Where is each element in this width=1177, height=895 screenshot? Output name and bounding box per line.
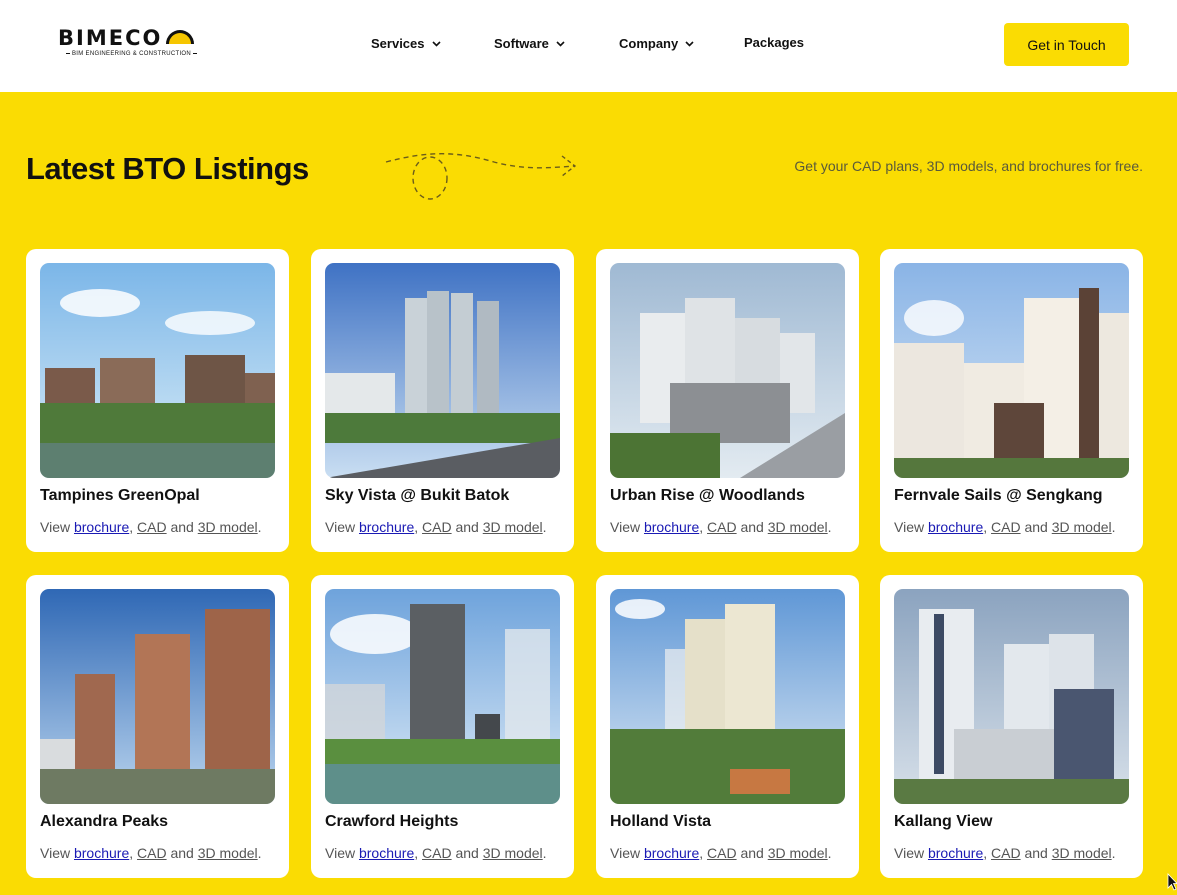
listing-photo[interactable] <box>40 263 275 478</box>
nav-item-label: Packages <box>744 35 804 50</box>
dashed-arrow-doodle-icon <box>385 153 577 200</box>
nav-item-label: Services <box>371 36 425 51</box>
listing-links: View brochure, CAD and 3D model. <box>40 845 262 861</box>
section-subtitle: Get your CAD plans, 3D models, and broch… <box>794 158 1143 174</box>
listing-links: View brochure, CAD and 3D model. <box>894 845 1116 861</box>
listing-title: Sky Vista @ Bukit Batok <box>325 487 510 504</box>
3d-model-link[interactable]: 3D model <box>768 519 828 535</box>
brochure-link[interactable]: brochure <box>359 519 414 535</box>
nav-item-services[interactable]: Services <box>371 36 442 51</box>
get-in-touch-button[interactable]: Get in Touch <box>1004 23 1129 66</box>
cad-link[interactable]: CAD <box>137 519 167 535</box>
brochure-link[interactable]: brochure <box>644 519 699 535</box>
nav-item-packages[interactable]: Packages <box>744 35 804 50</box>
brochure-link[interactable]: brochure <box>359 845 414 861</box>
cad-link[interactable]: CAD <box>422 519 452 535</box>
bimeco-logo[interactable]: BIMECO BIM ENGINEERING & CONSTRUCTION <box>58 26 198 62</box>
chevron-down-icon <box>431 38 442 49</box>
listing-title: Kallang View <box>894 813 993 830</box>
listing-photo[interactable] <box>40 589 275 804</box>
listing-card[interactable]: Crawford Heights View brochure, CAD and … <box>311 575 574 878</box>
listing-card[interactable]: Alexandra Peaks View brochure, CAD and 3… <box>26 575 289 878</box>
listing-title: Alexandra Peaks <box>40 813 169 830</box>
logo-arc-icon <box>166 30 194 44</box>
cad-link[interactable]: CAD <box>422 845 452 861</box>
site-header: BIMECO BIM ENGINEERING & CONSTRUCTION Se… <box>0 0 1177 92</box>
mouse-cursor-icon <box>1167 873 1177 891</box>
listing-title: Fernvale Sails @ Sengkang <box>894 487 1103 504</box>
3d-model-link[interactable]: 3D model <box>1052 845 1112 861</box>
listing-photo[interactable] <box>610 263 845 478</box>
nav-item-label: Software <box>494 36 549 51</box>
brochure-link[interactable]: brochure <box>644 845 699 861</box>
listing-card[interactable]: Holland Vista View brochure, CAD and 3D … <box>596 575 859 878</box>
logo-tagline: BIM ENGINEERING & CONSTRUCTION <box>64 51 199 57</box>
listing-photo[interactable] <box>894 589 1129 804</box>
3d-model-link[interactable]: 3D model <box>1052 519 1112 535</box>
cad-link[interactable]: CAD <box>707 845 737 861</box>
listing-photo[interactable] <box>325 589 560 804</box>
listing-card[interactable]: Tampines GreenOpal View brochure, CAD an… <box>26 249 289 552</box>
listing-title: Crawford Heights <box>325 813 459 830</box>
cad-link[interactable]: CAD <box>137 845 167 861</box>
3d-model-link[interactable]: 3D model <box>198 845 258 861</box>
cad-link[interactable]: CAD <box>707 519 737 535</box>
3d-model-link[interactable]: 3D model <box>483 845 543 861</box>
nav-item-company[interactable]: Company <box>619 36 695 51</box>
listing-photo[interactable] <box>325 263 560 478</box>
section-title: Latest BTO Listings <box>26 151 309 186</box>
cad-link[interactable]: CAD <box>991 519 1021 535</box>
listing-links: View brochure, CAD and 3D model. <box>325 845 547 861</box>
listing-title: Holland Vista <box>610 813 712 830</box>
listing-links: View brochure, CAD and 3D model. <box>40 519 262 535</box>
listing-card[interactable]: Fernvale Sails @ Sengkang View brochure,… <box>880 249 1143 552</box>
nav-item-software[interactable]: Software <box>494 36 566 51</box>
listing-card[interactable]: Sky Vista @ Bukit Batok View brochure, C… <box>311 249 574 552</box>
brochure-link[interactable]: brochure <box>928 845 983 861</box>
3d-model-link[interactable]: 3D model <box>198 519 258 535</box>
listing-card[interactable]: Kallang View View brochure, CAD and 3D m… <box>880 575 1143 878</box>
listing-photo[interactable] <box>610 589 845 804</box>
brochure-link[interactable]: brochure <box>74 845 129 861</box>
nav-item-label: Company <box>619 36 679 51</box>
3d-model-link[interactable]: 3D model <box>768 845 828 861</box>
listing-title: Tampines GreenOpal <box>40 487 200 504</box>
chevron-down-icon <box>684 38 695 49</box>
cad-link[interactable]: CAD <box>991 845 1021 861</box>
chevron-down-icon <box>555 38 566 49</box>
logo-wordmark: BIMECO <box>58 26 163 50</box>
listing-card[interactable]: Urban Rise @ Woodlands View brochure, CA… <box>596 249 859 552</box>
listing-photo[interactable] <box>894 263 1129 478</box>
listing-links: View brochure, CAD and 3D model. <box>325 519 547 535</box>
listing-links: View brochure, CAD and 3D model. <box>610 845 832 861</box>
brochure-link[interactable]: brochure <box>928 519 983 535</box>
listing-links: View brochure, CAD and 3D model. <box>894 519 1116 535</box>
listing-links: View brochure, CAD and 3D model. <box>610 519 832 535</box>
brochure-link[interactable]: brochure <box>74 519 129 535</box>
3d-model-link[interactable]: 3D model <box>483 519 543 535</box>
listing-title: Urban Rise @ Woodlands <box>610 487 805 504</box>
